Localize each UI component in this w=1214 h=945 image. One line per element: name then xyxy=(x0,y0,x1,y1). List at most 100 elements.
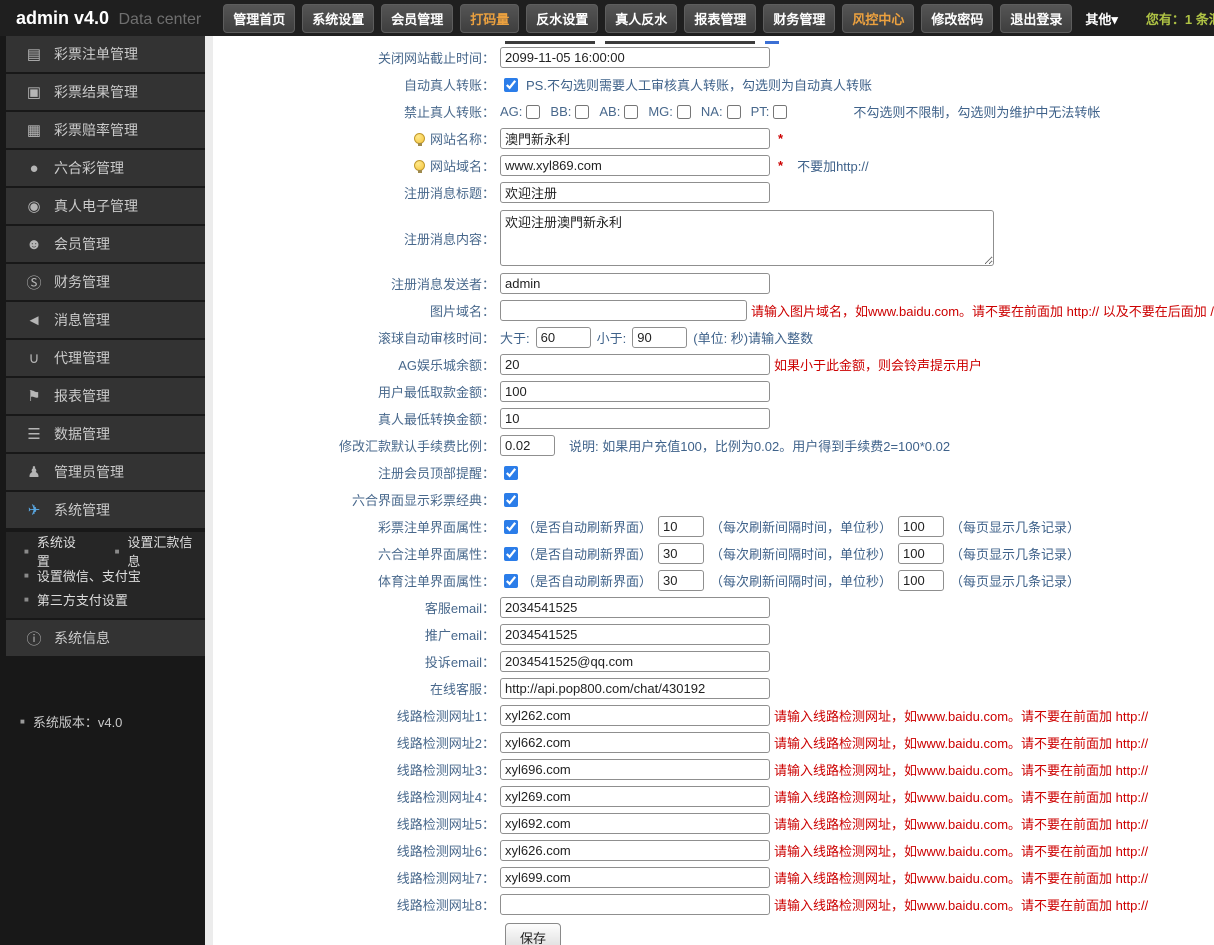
sidebar-item-administrators[interactable]: ♟ 管理员管理 xyxy=(6,454,205,490)
sidebar-item-mark-six[interactable]: ● 六合彩管理 xyxy=(6,150,205,186)
sidebar-item-messages[interactable]: ◄ 消息管理 xyxy=(6,302,205,338)
auto-transfer-checkbox[interactable] xyxy=(504,77,518,92)
auto-transfer-label: 自动真人转账： xyxy=(403,78,495,93)
line-check-5-label: 线路检测网址5： xyxy=(396,817,495,832)
submenu-wechat-alipay[interactable]: ■ 设置微信、支付宝 xyxy=(24,566,141,585)
line-check-8-input[interactable] xyxy=(500,894,770,915)
sidebar-item-agents[interactable]: ∪ 代理管理 xyxy=(6,340,205,376)
ag-balance-input[interactable] xyxy=(500,354,770,375)
sidebar-item-lottery-odds[interactable]: ▦ 彩票赔率管理 xyxy=(6,112,205,148)
bulb-icon xyxy=(413,133,425,146)
submenu-third-party-payment[interactable]: ■ 第三方支付设置 xyxy=(24,590,128,609)
line-check-6-input[interactable] xyxy=(500,840,770,861)
sidebar-item-system-info[interactable]: ⓘ 系统信息 xyxy=(6,620,205,656)
nav-member-mgmt-button[interactable]: 会员管理 xyxy=(381,3,454,33)
nav-finance-mgmt-button[interactable]: 财务管理 xyxy=(763,3,836,33)
version-text: 系统版本：v4.0 xyxy=(32,715,123,730)
sidebar-item-reports[interactable]: ⚑ 报表管理 xyxy=(6,378,205,414)
lottery-bet-ui-checkbox[interactable] xyxy=(504,519,518,534)
nav-rebate-settings-button[interactable]: 反水设置 xyxy=(526,3,599,33)
line-check-4-input[interactable] xyxy=(500,786,770,807)
online-service-label: 在线客服： xyxy=(429,682,495,697)
nav-risk-center-button[interactable]: 风控中心 xyxy=(842,3,915,33)
auto-refresh-hint: （是否自动刷新界面） xyxy=(522,574,653,589)
nav-home-button[interactable]: 管理首页 xyxy=(223,3,296,33)
image-domain-input[interactable] xyxy=(500,300,747,321)
submenu-system-settings[interactable]: ■ 系统设置 xyxy=(24,532,89,570)
form-row-reg-msg-sender: 注册消息发送者： xyxy=(213,270,1214,297)
min-withdraw-input[interactable] xyxy=(500,381,770,402)
promo-email-input[interactable] xyxy=(500,624,770,645)
clipped-text-fragment xyxy=(505,41,595,44)
min-convert-input[interactable] xyxy=(500,408,770,429)
nav-report-mgmt-button[interactable]: 报表管理 xyxy=(684,3,757,33)
nav-live-rebate-button[interactable]: 真人反水 xyxy=(605,3,678,33)
line-check-2-input[interactable] xyxy=(500,732,770,753)
form-row-lhc-show-classic: 六合界面显示彩票经典： xyxy=(213,486,1214,513)
form-row-close-time: 关闭网站截止时间： xyxy=(213,44,1214,71)
na-checkbox[interactable] xyxy=(726,104,741,119)
reg-msg-content-textarea[interactable]: 欢迎注册澳門新永利 xyxy=(500,210,994,266)
bb-checkbox[interactable] xyxy=(575,104,590,119)
line-check-1-input[interactable] xyxy=(500,705,770,726)
form-row-lottery-bet-ui: 彩票注单界面属性： （是否自动刷新界面） （每次刷新间隔时间，单位秒） （每页显… xyxy=(213,513,1214,540)
reg-msg-title-input[interactable] xyxy=(500,182,770,203)
save-button[interactable]: 保存 xyxy=(505,923,562,945)
form-row-forbid-transfer: 禁止真人转账： AG: BB: AB: MG: NA: PT: 不勾选则不限制，… xyxy=(213,98,1214,125)
form-row-line-check-6: 线路检测网址6： 请输入线路检测网址，如www.baidu.com。请不要在前面… xyxy=(213,837,1214,864)
rolling-gt-input[interactable] xyxy=(535,327,591,348)
sports-bet-ui-label: 体育注单界面属性： xyxy=(377,574,495,589)
nav-more-dropdown[interactable]: 其他▾ xyxy=(1085,9,1118,28)
line-check-5-input[interactable] xyxy=(500,813,770,834)
reg-msg-sender-input[interactable] xyxy=(500,273,770,294)
nav-change-password-button[interactable]: 修改密码 xyxy=(921,3,994,33)
sidebar-item-system-mgmt[interactable]: ✈ 系统管理 xyxy=(6,492,205,528)
nav-betting-volume-button[interactable]: 打码量 xyxy=(460,3,520,33)
mg-checkbox[interactable] xyxy=(676,104,691,119)
site-domain-input[interactable] xyxy=(500,155,770,176)
complaint-email-input[interactable] xyxy=(500,651,770,672)
rolling-review-hint: (单位: 秒)请输入整数 xyxy=(693,331,814,346)
top-header: admin v4.0 Data center 管理首页 系统设置 会员管理 打码… xyxy=(0,0,1214,36)
top-reminder-checkbox[interactable] xyxy=(504,465,518,480)
line-check-2-label: 线路检测网址2： xyxy=(396,736,495,751)
lhc-bet-ui-checkbox[interactable] xyxy=(504,546,518,561)
sidebar-item-finance[interactable]: Ⓢ 财务管理 xyxy=(6,264,205,300)
lottery-refresh-interval-input[interactable] xyxy=(658,516,705,537)
lottery-per-page-input[interactable] xyxy=(898,516,945,537)
form-row-lhc-bet-ui: 六合注单界面属性： （是否自动刷新界面） （每次刷新间隔时间，单位秒） （每页显… xyxy=(213,540,1214,567)
fee-ratio-input[interactable] xyxy=(500,435,555,456)
online-service-input[interactable] xyxy=(500,678,770,699)
min-convert-label: 真人最低转换金额： xyxy=(377,412,495,427)
sidebar-item-live-electronic[interactable]: ◉ 真人电子管理 xyxy=(6,188,205,224)
ag-checkbox[interactable] xyxy=(526,104,541,119)
sports-refresh-interval-input[interactable] xyxy=(658,570,705,591)
sidebar-item-lottery-orders[interactable]: ▤ 彩票注单管理 xyxy=(6,36,205,72)
sports-bet-ui-checkbox[interactable] xyxy=(504,573,518,588)
nav-system-settings-button[interactable]: 系统设置 xyxy=(302,3,375,33)
ab-label: AB: xyxy=(599,104,621,119)
nav-logout-button[interactable]: 退出登录 xyxy=(1000,3,1073,33)
lhc-refresh-interval-input[interactable] xyxy=(658,543,705,564)
dollar-circle-icon: Ⓢ xyxy=(26,274,42,292)
auto-refresh-hint: （是否自动刷新界面） xyxy=(522,547,653,562)
service-email-input[interactable] xyxy=(500,597,770,618)
line-check-7-input[interactable] xyxy=(500,867,770,888)
sidebar-item-label: 彩票注单管理 xyxy=(54,46,138,62)
ab-checkbox[interactable] xyxy=(624,104,639,119)
drop-icon: ● xyxy=(29,159,39,177)
form-row-site-domain: 网站域名： * 不要加http:// xyxy=(213,152,1214,179)
submenu-remittance-info[interactable]: ■ 设置汇款信息 xyxy=(115,532,205,570)
site-name-input[interactable] xyxy=(500,128,770,149)
sidebar-item-lottery-results[interactable]: ▣ 彩票结果管理 xyxy=(6,74,205,110)
lhc-show-classic-checkbox[interactable] xyxy=(504,492,518,507)
line-check-3-input[interactable] xyxy=(500,759,770,780)
sidebar-item-label: 会员管理 xyxy=(54,236,110,252)
close-time-input[interactable] xyxy=(500,47,770,68)
sidebar-item-data[interactable]: ☰ 数据管理 xyxy=(6,416,205,452)
lhc-per-page-input[interactable] xyxy=(898,543,945,564)
pt-checkbox[interactable] xyxy=(773,104,788,119)
rolling-lt-input[interactable] xyxy=(632,327,688,348)
sidebar-item-members[interactable]: ☻ 会员管理 xyxy=(6,226,205,262)
sports-per-page-input[interactable] xyxy=(898,570,945,591)
